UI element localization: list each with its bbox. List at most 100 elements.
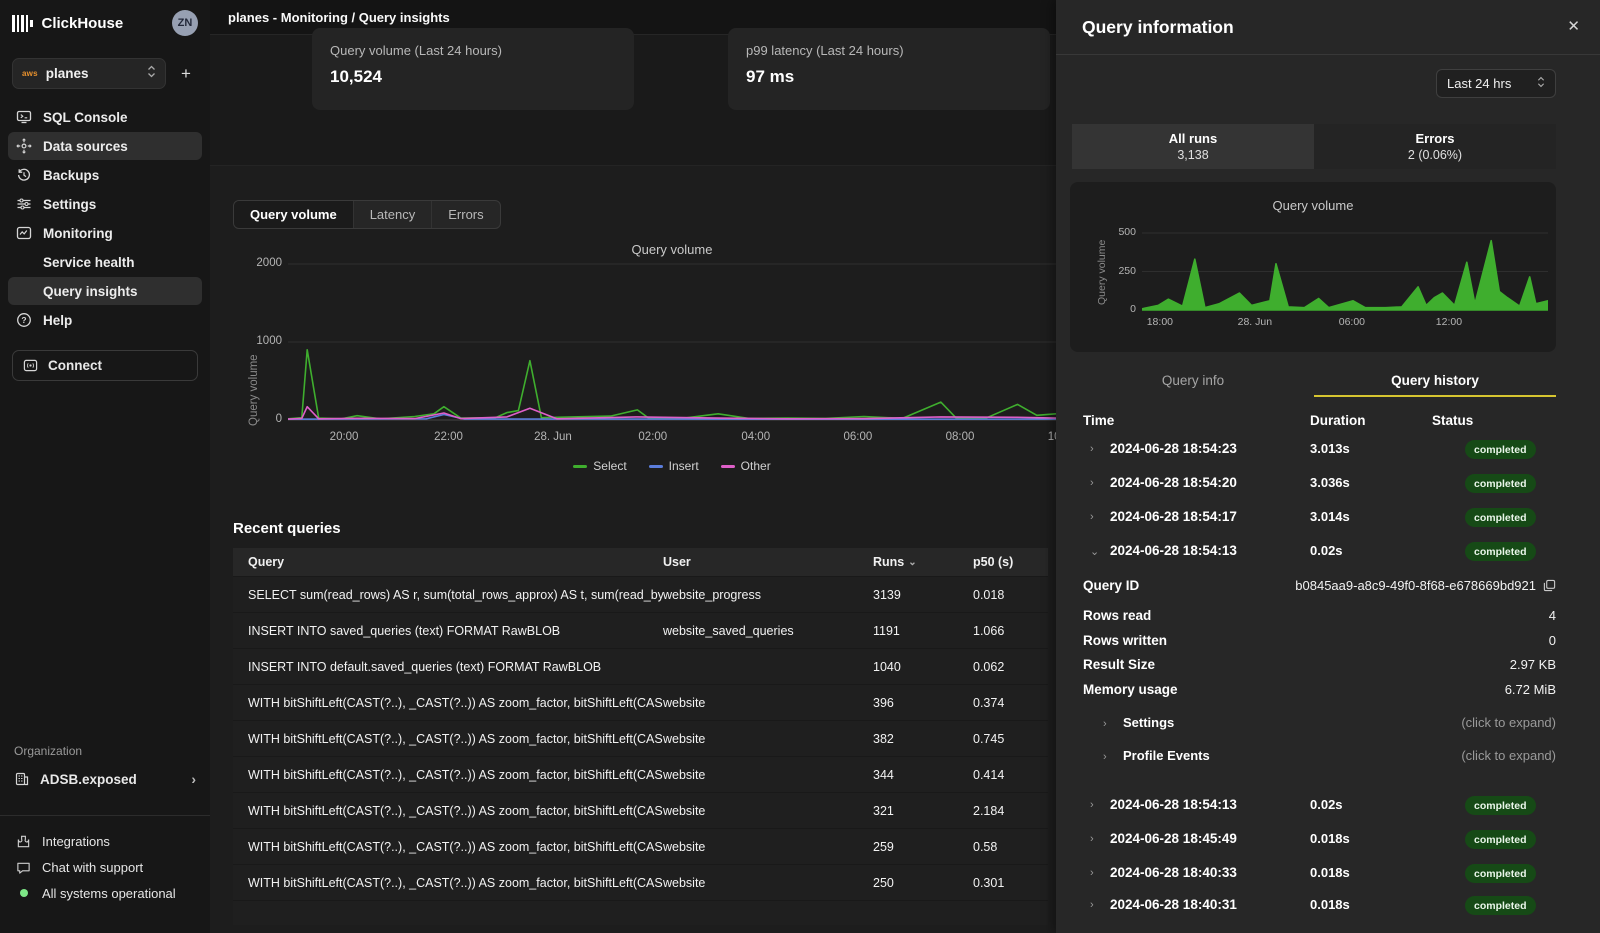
history-row[interactable]: ›2024-06-28 18:54:233.013scompleted <box>1072 437 1556 467</box>
tab-latency[interactable]: Latency <box>354 201 433 228</box>
expander-settings[interactable]: ›Settings(click to expand) <box>1072 715 1556 735</box>
col-user[interactable]: User <box>663 555 873 569</box>
time-range-select[interactable]: Last 24 hrs <box>1436 69 1556 98</box>
history-row[interactable]: ›2024-06-28 18:45:490.018scompleted <box>1072 827 1556 857</box>
sidebar-item-label: Settings <box>43 197 96 212</box>
xtick-label: 28. Jun <box>1228 316 1282 328</box>
col-time: Time <box>1083 413 1114 428</box>
cell-query: INSERT INTO default.saved_queries (text)… <box>233 660 663 674</box>
chevron-right-icon[interactable]: › <box>1090 867 1094 879</box>
sidebar-item-backups[interactable]: Backups <box>8 161 202 189</box>
chevron-right-icon[interactable]: › <box>1090 511 1094 523</box>
table-row[interactable]: INSERT INTO default.saved_queries (text)… <box>233 648 1048 684</box>
clickhouse-logo-icon <box>12 14 33 32</box>
panel-tabs: Query infoQuery history <box>1072 366 1556 397</box>
table-row[interactable]: SELECT sum(read_rows) AS r, sum(total_ro… <box>233 576 1048 612</box>
organization-item[interactable]: ADSB.exposed › <box>8 766 202 792</box>
sidebar-item-label: Service health <box>43 255 135 270</box>
user-avatar[interactable]: ZN <box>172 10 198 36</box>
tab-query-history[interactable]: Query history <box>1314 366 1556 397</box>
cell-p50: 0.018 <box>973 588 1048 602</box>
ytick-label: 2000 <box>248 257 282 269</box>
chevron-down-icon[interactable]: ⌄ <box>1090 545 1099 558</box>
history-row[interactable]: ›2024-06-28 18:40:310.018scompleted <box>1072 893 1556 923</box>
segment-errors[interactable]: Errors 2 (0.06%) <box>1314 124 1556 169</box>
col-runs[interactable]: Runs ⌄ <box>873 555 973 569</box>
sidebar-item-monitoring[interactable]: Monitoring <box>8 219 202 247</box>
legend-item-insert[interactable]: Insert <box>649 459 699 473</box>
history-row[interactable]: ⌄2024-06-28 18:54:130.02scompleted <box>1072 539 1556 569</box>
xtick-label: 20:00 <box>314 431 374 443</box>
app-title: ClickHouse <box>42 15 164 32</box>
table-row[interactable]: WITH bitShiftLeft(CAST(?..), _CAST(?..))… <box>233 864 1048 900</box>
chevron-right-icon[interactable]: › <box>1090 833 1094 845</box>
detail-value: 4 <box>1549 608 1556 623</box>
help-icon: ? <box>16 312 32 328</box>
service-selector[interactable]: aws planes <box>12 58 166 89</box>
main-chart-legend: Select Insert Other <box>288 459 1056 473</box>
table-row[interactable]: WITH bitShiftLeft(CAST(?..), _CAST(?..))… <box>233 792 1048 828</box>
legend-label: Other <box>741 459 771 473</box>
footer-item-integrations[interactable]: Integrations <box>8 828 202 854</box>
main-chart-title: Query volume <box>288 242 1056 257</box>
recent-queries-header: Query User Runs ⌄ p50 (s) <box>233 548 1048 576</box>
xtick-label: 22:00 <box>419 431 479 443</box>
detail-value-text: 2.97 KB <box>1510 657 1556 672</box>
segment-all-runs[interactable]: All runs 3,138 <box>1072 124 1314 169</box>
cell-user: website <box>663 732 873 746</box>
table-row[interactable]: INSERT INTO saved_queries (text) FORMAT … <box>233 612 1048 648</box>
sidebar-item-sql-console[interactable]: SQL Console <box>8 103 202 131</box>
sidebar-item-settings[interactable]: Settings <box>8 190 202 218</box>
history-time: 2024-06-28 18:45:49 <box>1110 831 1237 846</box>
copy-icon[interactable] <box>1543 579 1556 592</box>
table-row[interactable]: WITH bitShiftLeft(CAST(?..), _CAST(?..))… <box>233 756 1048 792</box>
history-row[interactable]: ›2024-06-28 18:54:173.014scompleted <box>1072 505 1556 535</box>
updown-icon <box>1537 76 1545 91</box>
cell-user: website_progress <box>663 588 873 602</box>
col-query[interactable]: Query <box>233 555 663 569</box>
tab-query-volume[interactable]: Query volume <box>234 201 354 228</box>
organization-heading: Organization <box>14 744 82 758</box>
expander-profile-events[interactable]: ›Profile Events(click to expand) <box>1072 748 1556 768</box>
detail-row-query-id: Query IDb0845aa9-a8c9-49f0-8f68-e678669b… <box>1072 578 1556 598</box>
tab-errors[interactable]: Errors <box>432 201 499 228</box>
detail-row-memory-usage: Memory usage6.72 MiB <box>1072 682 1556 702</box>
sidebar-item-data-sources[interactable]: Data sources <box>8 132 202 160</box>
main-chart[interactable] <box>288 263 1056 421</box>
history-row[interactable]: ›2024-06-28 18:40:330.018scompleted <box>1072 861 1556 891</box>
logo-row: ClickHouse ZN <box>0 0 210 44</box>
runs-errors-segments: All runs 3,138 Errors 2 (0.06%) <box>1072 124 1556 169</box>
history-row[interactable]: ›2024-06-28 18:54:203.036scompleted <box>1072 471 1556 501</box>
chevron-right-icon[interactable]: › <box>1090 899 1094 911</box>
chevron-right-icon[interactable]: › <box>1090 799 1094 811</box>
table-row[interactable]: WITH bitShiftLeft(CAST(?..), _CAST(?..))… <box>233 684 1048 720</box>
sidebar-item-service-health[interactable]: Service health <box>8 248 202 276</box>
cell-runs: 259 <box>873 840 973 854</box>
legend-item-select[interactable]: Select <box>573 459 626 473</box>
sidebar-item-query-insights[interactable]: Query insights <box>8 277 202 305</box>
tab-query-info[interactable]: Query info <box>1072 366 1314 397</box>
stat-label: p99 latency (Last 24 hours) <box>746 43 1032 58</box>
history-row[interactable]: ›2024-06-28 18:54:130.02scompleted <box>1072 793 1556 823</box>
cell-user: website <box>663 876 873 890</box>
xtick-label: 06:00 <box>828 431 888 443</box>
add-service-button[interactable]: + <box>174 62 198 86</box>
cell-runs: 3139 <box>873 588 973 602</box>
footer-item-chat-with-support[interactable]: Chat with support <box>8 854 202 880</box>
history-time: 2024-06-28 18:54:17 <box>1110 509 1237 524</box>
legend-item-other[interactable]: Other <box>721 459 771 473</box>
footer-item-label: Chat with support <box>42 860 143 875</box>
table-row[interactable]: WITH bitShiftLeft(CAST(?..), _CAST(?..))… <box>233 828 1048 864</box>
connect-button[interactable]: Connect <box>12 350 198 381</box>
table-row[interactable]: WITH bitShiftLeft(CAST(?..), _CAST(?..))… <box>233 720 1048 756</box>
sidebar-item-help[interactable]: ?Help <box>8 306 202 334</box>
close-icon[interactable]: ✕ <box>1567 17 1580 35</box>
chevron-right-icon[interactable]: › <box>1090 477 1094 489</box>
cell-runs: 250 <box>873 876 973 890</box>
legend-swatch <box>721 465 735 468</box>
panel-chart[interactable] <box>1142 232 1548 311</box>
col-p50[interactable]: p50 (s) <box>973 555 1048 569</box>
footer-item-all-systems-operational[interactable]: All systems operational <box>8 880 202 906</box>
connect-icon <box>23 358 38 373</box>
chevron-right-icon[interactable]: › <box>1090 443 1094 455</box>
